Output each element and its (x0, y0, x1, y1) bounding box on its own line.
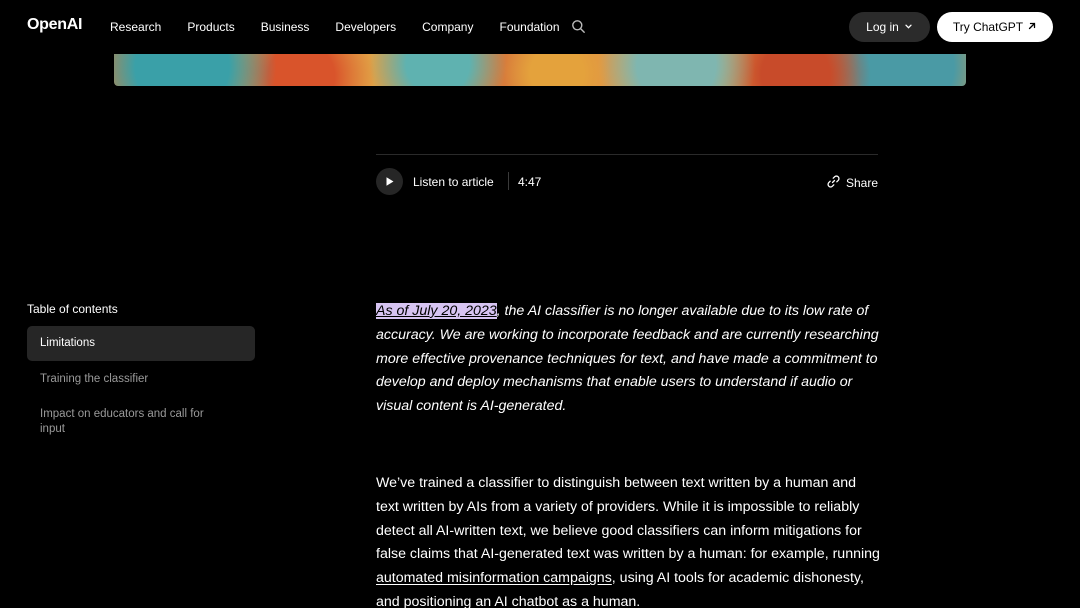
audio-duration: 4:47 (518, 175, 542, 189)
try-chatgpt-button[interactable]: Try ChatGPT (937, 12, 1053, 42)
nav-products[interactable]: Products (187, 20, 234, 34)
toc-item-training-the-classifier[interactable]: Training the classifier (27, 372, 255, 387)
paragraph-text-1: We’ve trained a classifier to distinguis… (376, 475, 880, 563)
nav-developers[interactable]: Developers (335, 20, 396, 34)
audio-separator (508, 172, 509, 190)
divider (376, 154, 878, 155)
toc-item-impact-on-educators[interactable]: Impact on educators and call for input (27, 407, 227, 437)
nav-links: Research Products Business Developers Co… (110, 20, 586, 34)
article-paragraph: We’ve trained a classifier to distinguis… (376, 472, 881, 608)
top-navigation: OpenAI Research Products Business Develo… (0, 0, 1080, 54)
page: OpenAI Research Products Business Develo… (0, 0, 1080, 608)
login-label: Log in (866, 20, 899, 34)
share-label: Share (846, 176, 879, 190)
note-text: , the AI classifier is no longer availab… (376, 303, 879, 415)
link-icon (827, 175, 840, 191)
listen-to-article-label[interactable]: Listen to article (413, 175, 494, 189)
play-icon (386, 177, 394, 186)
search-icon[interactable] (571, 19, 586, 34)
openai-logo[interactable]: OpenAI (27, 16, 82, 34)
note-date-highlight: As of July 20, 2023 (376, 303, 497, 319)
article-note: As of July 20, 2023, the AI classifier i… (376, 300, 881, 419)
nav-research[interactable]: Research (110, 20, 161, 34)
arrow-up-right-icon (1027, 20, 1037, 34)
share-button[interactable]: Share (827, 175, 878, 191)
nav-business[interactable]: Business (261, 20, 310, 34)
play-button[interactable] (376, 168, 403, 195)
nav-foundation[interactable]: Foundation (499, 20, 559, 34)
chevron-down-icon (904, 20, 913, 34)
try-chatgpt-label: Try ChatGPT (952, 20, 1024, 34)
login-button[interactable]: Log in (849, 12, 930, 42)
toc-item-limitations[interactable]: Limitations (27, 326, 255, 361)
toc-title: Table of contents (27, 302, 118, 316)
hero-image (114, 54, 966, 86)
nav-company[interactable]: Company (422, 20, 473, 34)
misinformation-campaigns-link[interactable]: automated misinformation campaigns (376, 570, 612, 586)
